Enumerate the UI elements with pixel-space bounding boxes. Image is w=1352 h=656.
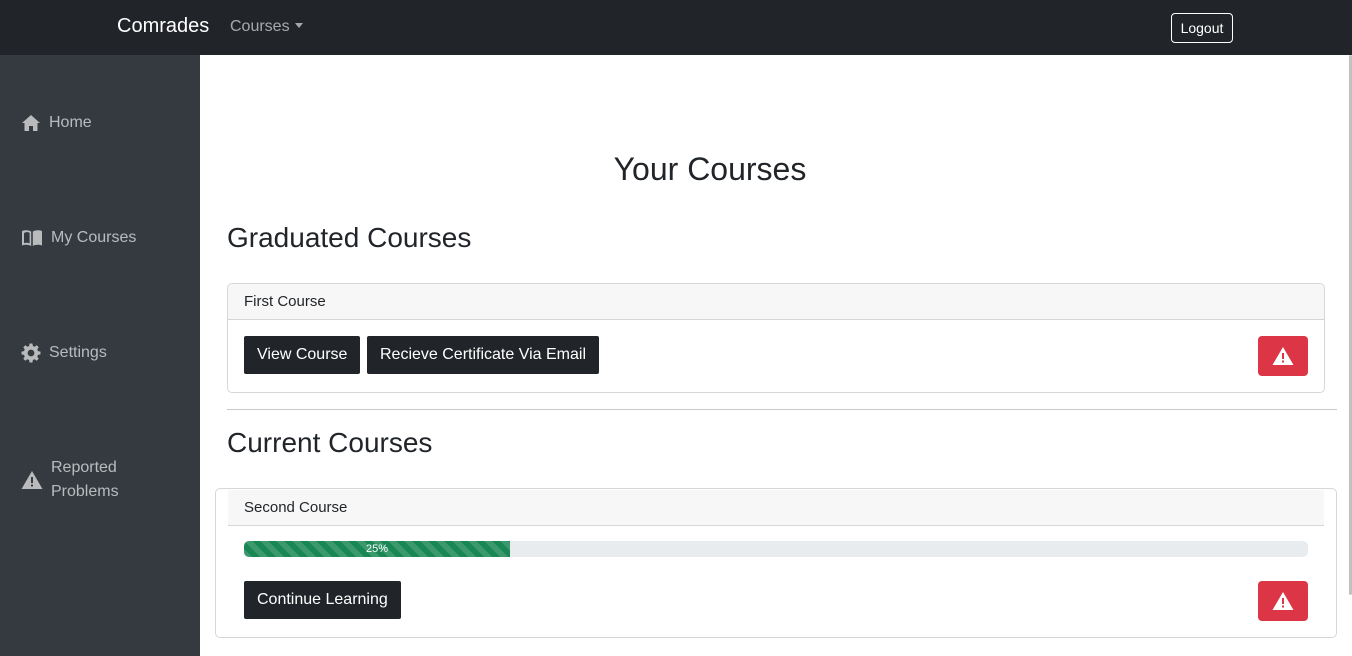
graduated-courses-heading: Graduated Courses [227,222,472,253]
report-problem-button[interactable] [1258,336,1308,376]
sidebar-item-home[interactable]: Home [21,111,92,135]
current-courses-heading: Current Courses [227,427,433,458]
report-problem-button[interactable] [1258,581,1308,621]
page-title: Your Courses [613,151,807,187]
course-card-second: Second Course 25% Continue Learning [215,488,1337,638]
receive-certificate-button[interactable]: Recieve Certificate Via Email [367,336,600,374]
course-card-header: First Course [228,284,1324,320]
brand-logo[interactable]: Comrades [117,15,209,38]
courses-dropdown[interactable]: Courses [230,18,303,36]
course-progress: 25% [244,541,1308,557]
course-card-first: First Course View Course Recieve Certifi… [227,283,1325,393]
course-card-header: Second Course [228,490,1324,526]
logout-button[interactable]: Logout [1171,13,1233,43]
sidebar-item-reported-problems[interactable]: Reported Problems [21,456,131,504]
sidebar-item-label: Settings [49,344,107,361]
course-progress-bar: 25% [244,541,510,557]
sidebar: Home My Courses Settings Reported Proble… [0,55,200,656]
courses-dropdown-label: Courses [230,18,290,35]
caret-down-icon [294,23,303,28]
book-icon [22,230,42,246]
sidebar-item-my-courses[interactable]: My Courses [21,226,136,250]
home-icon [22,115,40,131]
warning-icon [21,471,43,489]
section-divider [227,409,1337,410]
sidebar-item-label: Reported Problems [51,459,119,500]
gear-icon [21,343,41,363]
continue-learning-button[interactable]: Continue Learning [244,581,401,619]
view-course-button[interactable]: View Course [244,336,361,374]
top-navbar: Comrades Courses Logout [0,0,1352,55]
warning-icon [1272,592,1294,610]
warning-icon [1272,347,1294,365]
sidebar-item-label: My Courses [51,229,137,246]
sidebar-item-label: Home [49,114,92,131]
sidebar-item-settings[interactable]: Settings [21,341,107,365]
